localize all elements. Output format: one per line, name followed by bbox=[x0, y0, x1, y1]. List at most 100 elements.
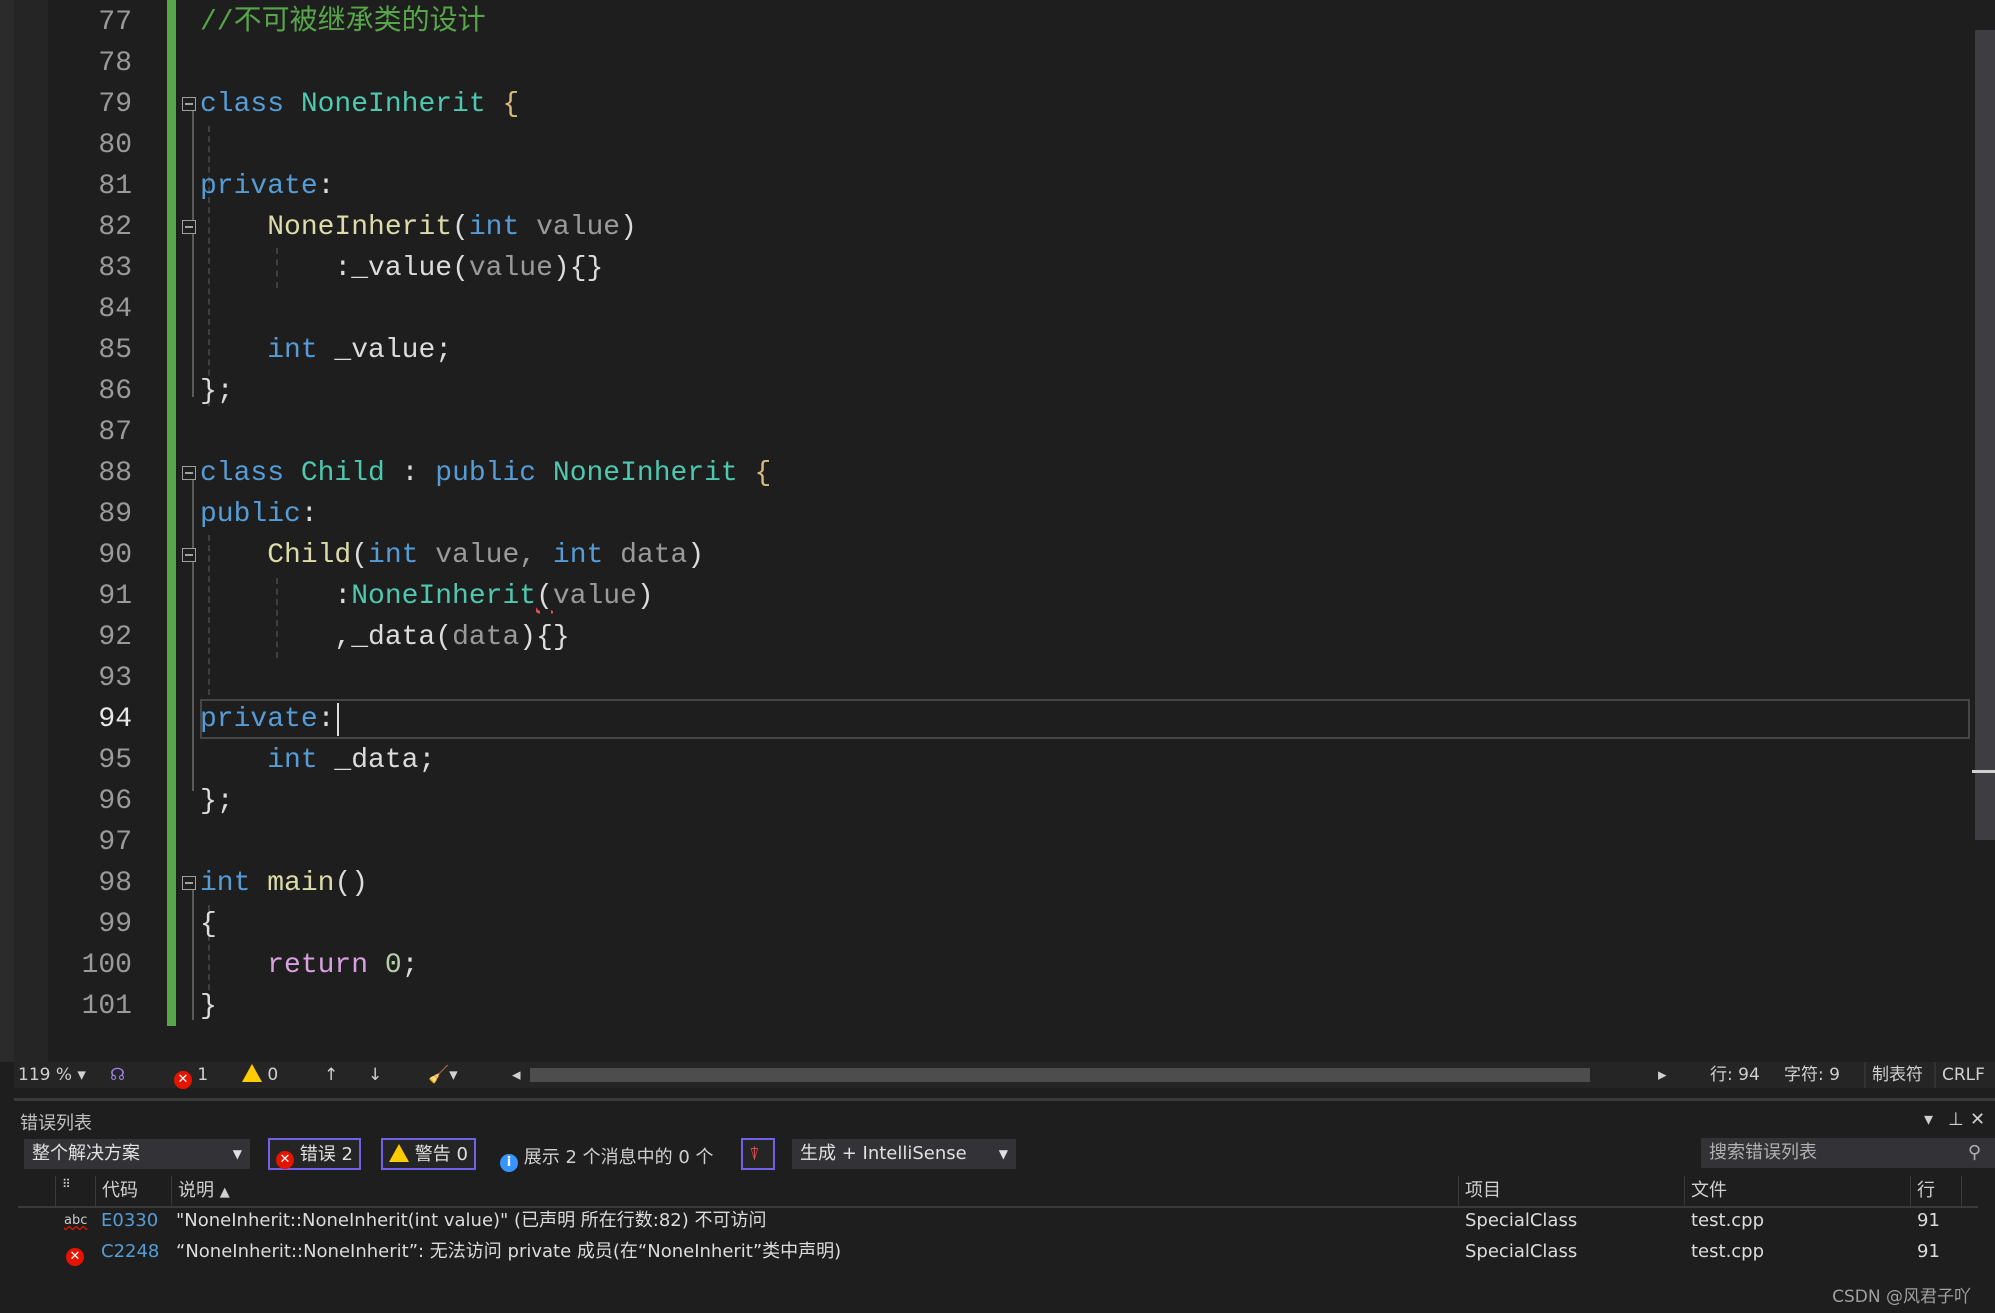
code-token: ) bbox=[620, 212, 637, 243]
sort-ascending-icon: ▲ bbox=[219, 1185, 230, 1200]
code-token: ) bbox=[636, 581, 654, 612]
filter-icon[interactable]: ⍒ bbox=[741, 1138, 775, 1170]
error-row[interactable]: abc E0330 "NoneInherit::NoneInherit(int … bbox=[14, 1206, 1974, 1236]
error-code-link[interactable]: C2248 bbox=[101, 1237, 159, 1267]
code-token: : bbox=[317, 704, 335, 735]
code-line[interactable]: class Child : public NoneInherit { bbox=[200, 453, 771, 494]
error-count[interactable]: ✕ 1 bbox=[174, 1062, 209, 1089]
error-project: SpecialClass bbox=[1465, 1241, 1578, 1262]
code-line[interactable]: private: bbox=[200, 166, 334, 207]
error-row[interactable]: ✕ C2248 “NoneInherit::NoneInherit”: 无法访问… bbox=[14, 1237, 1974, 1267]
code-token: class bbox=[200, 458, 301, 489]
code-token: { bbox=[200, 909, 217, 940]
code-token: NoneInherit bbox=[300, 89, 486, 120]
code-token: value bbox=[519, 212, 621, 243]
code-line[interactable]: :NoneInherit(value) bbox=[200, 576, 654, 617]
scroll-right-icon[interactable]: ▸ bbox=[1658, 1062, 1667, 1088]
warning-count[interactable]: 0 bbox=[242, 1062, 278, 1088]
collapse-icon[interactable] bbox=[182, 220, 196, 234]
code-token: : bbox=[384, 458, 436, 489]
close-icon[interactable]: ✕ bbox=[1970, 1109, 1985, 1130]
code-line[interactable]: Child(int value, int data) bbox=[200, 535, 704, 576]
code-line[interactable]: //不可被继承类的设计 bbox=[200, 2, 486, 43]
indentation-indicator[interactable]: 制表符 bbox=[1864, 1062, 1923, 1088]
scroll-left-icon[interactable]: ◂ bbox=[512, 1062, 521, 1088]
char-indicator[interactable]: 字符: 9 bbox=[1784, 1062, 1840, 1088]
line-number: 101 bbox=[81, 991, 132, 1022]
column-header-description[interactable]: 说明 ▲ bbox=[171, 1176, 1458, 1206]
code-cleanup-icon[interactable]: 🧹▾ bbox=[428, 1062, 458, 1088]
line-number: 88 bbox=[98, 458, 132, 489]
column-header-line[interactable]: 行 bbox=[1910, 1176, 1962, 1206]
left-strip bbox=[0, 0, 14, 1062]
zoom-dropdown[interactable]: 119 % ▾ bbox=[18, 1062, 86, 1088]
code-token: return bbox=[200, 950, 369, 981]
change-tracking-bar bbox=[167, 0, 176, 1026]
code-token: }; bbox=[200, 786, 234, 817]
code-line[interactable]: return 0; bbox=[200, 945, 418, 986]
code-token: ( bbox=[452, 253, 469, 284]
code-token: ){} bbox=[552, 253, 604, 284]
code-line[interactable]: :_value(value){} bbox=[200, 248, 603, 289]
collapse-icon[interactable] bbox=[182, 97, 196, 111]
line-ending-indicator[interactable]: CRLF bbox=[1934, 1062, 1985, 1088]
code-line[interactable]: { bbox=[200, 904, 217, 945]
horizontal-scrollbar-thumb[interactable] bbox=[530, 1068, 1590, 1082]
code-line[interactable]: NoneInherit(int value) bbox=[200, 207, 637, 248]
error-description: “NoneInherit::NoneInherit”: 无法访问 private… bbox=[176, 1241, 842, 1262]
code-line[interactable]: } bbox=[200, 986, 217, 1027]
arrow-up-icon[interactable]: ↑ bbox=[324, 1062, 338, 1088]
code-line[interactable]: private: bbox=[200, 699, 334, 740]
code-line[interactable]: }; bbox=[200, 781, 234, 822]
code-token: data bbox=[603, 540, 688, 571]
error-line: 91 bbox=[1917, 1241, 1940, 1262]
collapse-icon[interactable] bbox=[182, 466, 196, 480]
build-filter-dropdown[interactable]: 生成 + IntelliSense ▼ bbox=[792, 1139, 1016, 1169]
code-line[interactable]: int _data; bbox=[200, 740, 435, 781]
chevron-down-icon: ▼ bbox=[998, 1147, 1008, 1161]
scope-dropdown[interactable]: 整个解决方案 ▼ bbox=[24, 1139, 250, 1169]
code-token: Child bbox=[300, 458, 385, 489]
collapse-icon[interactable] bbox=[182, 548, 196, 562]
code-token: value bbox=[468, 253, 553, 284]
chevron-down-icon: ▼ bbox=[232, 1147, 242, 1161]
panel-menu-icon[interactable]: ▾ bbox=[1924, 1109, 1933, 1130]
code-token: { bbox=[485, 89, 520, 120]
error-file: test.cpp bbox=[1691, 1210, 1765, 1231]
line-number: 91 bbox=[98, 581, 132, 612]
pin-icon[interactable]: ⊥ bbox=[1948, 1109, 1964, 1130]
collapse-icon[interactable] bbox=[182, 876, 196, 890]
line-number: 96 bbox=[98, 786, 132, 817]
line-indicator[interactable]: 行: 94 bbox=[1710, 1062, 1760, 1088]
vertical-scrollbar-thumb[interactable] bbox=[1975, 30, 1995, 840]
copilot-icon[interactable]: ☊ bbox=[110, 1062, 125, 1088]
error-count-value: 1 bbox=[197, 1065, 209, 1085]
code-line[interactable]: int main() bbox=[200, 863, 368, 904]
arrow-down-icon[interactable]: ↓ bbox=[368, 1062, 382, 1088]
column-header-code[interactable]: 代码 bbox=[95, 1176, 171, 1206]
line-number: 98 bbox=[98, 868, 132, 899]
warnings-filter-button[interactable]: 警告 0 bbox=[381, 1138, 476, 1170]
code-token: main bbox=[250, 868, 335, 899]
code-line[interactable]: ,_data(data){} bbox=[200, 617, 569, 658]
messages-filter-button[interactable]: i 展示 2 个消息中的 0 个 bbox=[500, 1143, 714, 1172]
line-number: 78 bbox=[98, 48, 132, 79]
errors-filter-button[interactable]: ✕ 错误 2 bbox=[268, 1138, 361, 1170]
column-header-project[interactable]: 项目 bbox=[1458, 1176, 1684, 1206]
search-error-list-input[interactable]: 搜索错误列表 ⚲ bbox=[1701, 1138, 1995, 1168]
code-token: _value bbox=[351, 253, 453, 284]
code-line[interactable]: public: bbox=[200, 494, 318, 535]
error-code-link[interactable]: E0330 bbox=[101, 1206, 158, 1236]
code-line[interactable]: class NoneInherit { bbox=[200, 84, 519, 125]
code-line[interactable]: int _value; bbox=[200, 330, 452, 371]
code-line[interactable]: }; bbox=[200, 371, 234, 412]
error-icon: ✕ bbox=[276, 1151, 294, 1169]
code-token: int bbox=[200, 868, 251, 899]
column-header-file[interactable]: 文件 bbox=[1684, 1176, 1910, 1206]
line-number: 79 bbox=[98, 89, 132, 120]
column-icon-header[interactable]: ⠿ bbox=[55, 1176, 95, 1206]
code-editor[interactable]: 77//不可被继承类的设计 78 79 class NoneInherit {80 81… bbox=[0, 0, 1995, 1062]
error-project: SpecialClass bbox=[1465, 1210, 1578, 1231]
code-token: ; bbox=[401, 950, 419, 981]
code-token: : bbox=[200, 253, 352, 284]
